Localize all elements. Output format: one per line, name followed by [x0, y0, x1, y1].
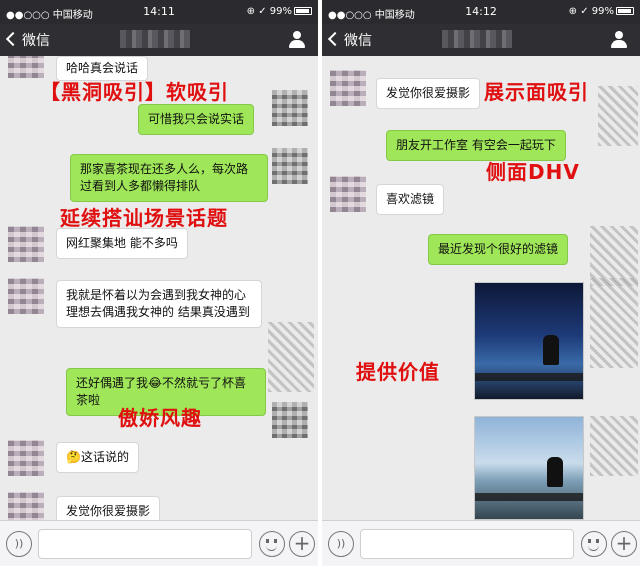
plus-icon[interactable]: + — [289, 531, 315, 557]
status-bar: ●●○○○ 中国移动 14:11 ⊕ ✓ 99% — [0, 0, 318, 24]
photo-figure — [547, 457, 563, 487]
battery-indicator: ⊕ ✓ 99% — [569, 6, 634, 17]
contact-info-icon[interactable] — [288, 31, 306, 49]
day-photo-message[interactable] — [474, 416, 584, 520]
photo-railing — [475, 373, 583, 381]
message-list[interactable]: 发觉你很爱摄影 展示面吸引 朋友开工作室 有空会一起玩下 侧面DHV 喜欢滤镜 … — [322, 56, 640, 520]
battery-label: ⊕ ✓ 99% — [568, 6, 614, 17]
message-input[interactable] — [360, 529, 574, 559]
message-bubble[interactable]: 那家喜茶现在还多人么，每次路过看到人多都懒得排队 — [70, 154, 268, 202]
annotation-label: 提供价值 — [356, 360, 440, 384]
status-bar: ●●○○○ 中国移动 14:12 ⊕ ✓ 99% — [322, 0, 640, 24]
contact-info-icon[interactable] — [610, 31, 628, 49]
redacted-image — [590, 278, 638, 368]
plus-icon[interactable]: + — [611, 531, 637, 557]
emoji-icon[interactable] — [259, 531, 285, 557]
battery-icon — [616, 7, 634, 15]
chat-title-redacted — [120, 30, 190, 48]
annotation-label: 【黑洞吸引】软吸引 — [40, 80, 229, 104]
chevron-left-icon — [327, 31, 343, 47]
chevron-left-icon — [5, 31, 21, 47]
redacted-image — [590, 226, 638, 286]
redacted-image — [268, 322, 314, 392]
night-photo-message[interactable] — [474, 282, 584, 400]
avatar[interactable] — [330, 176, 366, 212]
avatar[interactable] — [330, 70, 366, 106]
avatar[interactable] — [8, 56, 44, 78]
photo-figure — [543, 335, 559, 365]
nav-bar: 微信 — [322, 24, 640, 56]
nav-bar: 微信 — [0, 24, 318, 56]
battery-icon — [294, 7, 312, 15]
message-list[interactable]: 哈哈真会说话 【黑洞吸引】软吸引 可惜我只会说实话 那家喜茶现在还多人么，每次路… — [0, 56, 318, 520]
message-bubble[interactable]: 发觉你很爱摄影 — [56, 496, 161, 520]
redacted-image — [598, 86, 638, 146]
message-bubble[interactable]: 可惜我只会说实话 — [138, 104, 255, 135]
annotation-label: 傲娇风趣 — [118, 406, 202, 430]
left-chat-screen: ●●○○○ 中国移动 14:11 ⊕ ✓ 99% 微信 哈哈真会说话 【黑洞吸引… — [0, 0, 318, 566]
emoji-icon[interactable] — [581, 531, 607, 557]
annotation-label: 延续搭讪场景话题 — [60, 206, 228, 230]
redacted-image — [590, 416, 638, 476]
back-button[interactable]: 微信 — [327, 30, 372, 50]
my-avatar[interactable] — [272, 90, 308, 126]
photo-railing — [475, 493, 583, 501]
annotation-label: 侧面DHV — [486, 160, 580, 184]
message-bubble[interactable]: 喜欢滤镜 — [376, 184, 445, 215]
message-input[interactable] — [38, 529, 252, 559]
message-bubble[interactable]: 网红聚集地 能不多吗 — [56, 228, 188, 259]
chat-title-redacted — [442, 30, 512, 48]
back-label: 微信 — [344, 33, 372, 49]
avatar[interactable] — [8, 226, 44, 262]
voice-input-icon[interactable]: )) — [328, 531, 354, 557]
back-label: 微信 — [22, 33, 50, 49]
avatar[interactable] — [8, 440, 44, 476]
message-bubble[interactable]: 最近发现个很好的滤镜 — [428, 234, 569, 265]
battery-label: ⊕ ✓ 99% — [246, 6, 292, 17]
my-avatar[interactable] — [272, 148, 308, 184]
voice-input-icon[interactable]: )) — [6, 531, 32, 557]
message-bubble[interactable]: 🤔这话说的 — [56, 442, 139, 473]
message-bubble[interactable]: 我就是怀着以为会遇到我女神的心理想去偶遇我女神的 结果真没遇到 — [56, 280, 262, 328]
avatar[interactable] — [8, 278, 44, 314]
input-bar: )) + — [0, 520, 318, 566]
input-bar: )) + — [322, 520, 640, 566]
avatar[interactable] — [8, 492, 44, 520]
my-avatar[interactable] — [272, 402, 308, 438]
annotation-label: 展示面吸引 — [484, 80, 589, 104]
message-bubble[interactable]: 发觉你很爱摄影 — [376, 78, 481, 109]
battery-indicator: ⊕ ✓ 99% — [247, 6, 312, 17]
right-chat-screen: ●●○○○ 中国移动 14:12 ⊕ ✓ 99% 微信 发觉你很爱摄影 展示面吸… — [322, 0, 640, 566]
back-button[interactable]: 微信 — [5, 30, 50, 50]
